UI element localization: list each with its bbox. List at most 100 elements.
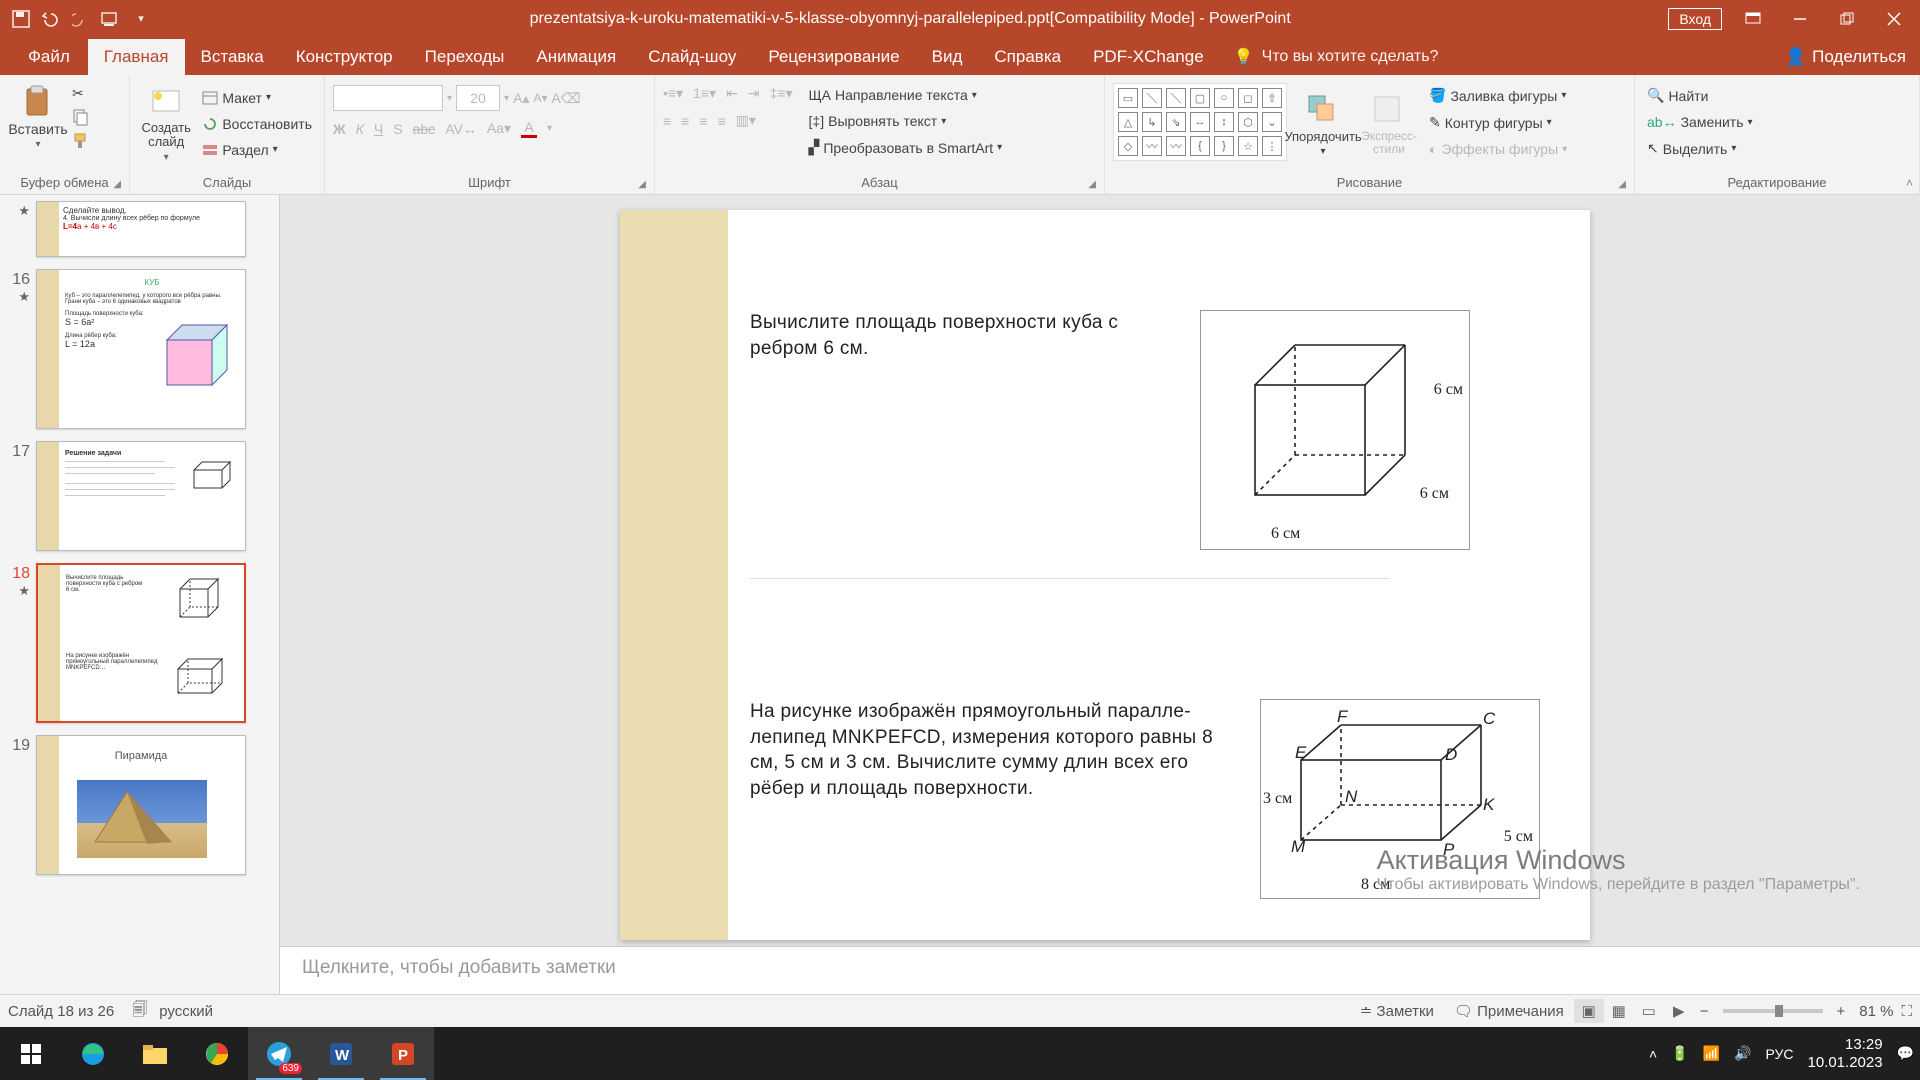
thumb-16[interactable]: 16★ КУБ Куб – это параллелепипед, у кото…	[0, 263, 279, 435]
justify-icon[interactable]: ≡	[718, 113, 726, 129]
vertical-scrollbar[interactable]	[1900, 199, 1918, 219]
tab-view[interactable]: Вид	[916, 39, 979, 75]
drawing-dialog-icon[interactable]: ◢	[1618, 179, 1626, 190]
comments-toggle[interactable]: 🗨 Примечания	[1444, 1002, 1574, 1020]
quick-styles-button[interactable]: Экспресс- стили	[1359, 88, 1419, 155]
align-text-button[interactable]: [‡]Выровнять текст▾	[805, 111, 1007, 131]
taskbar-explorer[interactable]	[124, 1027, 186, 1080]
font-size-combo[interactable]: 20	[456, 85, 500, 111]
copy-icon[interactable]	[72, 108, 90, 126]
sign-in-button[interactable]: Вход	[1668, 8, 1722, 30]
tray-notifications-icon[interactable]: 💬	[1897, 1045, 1914, 1062]
shape-fill-button[interactable]: 🪣Заливка фигуры▾	[1425, 85, 1571, 106]
tray-battery-icon[interactable]: 🔋	[1671, 1045, 1688, 1062]
tray-clock[interactable]: 13:29 10.01.2023	[1807, 1036, 1882, 1071]
align-left-icon[interactable]: ≡	[663, 113, 671, 129]
tab-transitions[interactable]: Переходы	[409, 39, 521, 75]
decrease-font-icon[interactable]: A▾	[533, 91, 547, 105]
tray-volume-icon[interactable]: 🔊	[1734, 1045, 1751, 1062]
notes-toggle[interactable]: ≐ Заметки	[1350, 1002, 1444, 1020]
collapse-ribbon-icon[interactable]: ˄	[1906, 176, 1913, 190]
tray-chevron-icon[interactable]: ˄	[1649, 1046, 1657, 1062]
strike-icon[interactable]: abc	[413, 121, 436, 137]
italic-icon[interactable]: К	[356, 121, 364, 137]
tab-design[interactable]: Конструктор	[280, 39, 409, 75]
slideshow-view-icon[interactable]: ▶	[1664, 999, 1694, 1023]
replace-button[interactable]: ab↔Заменить▾	[1643, 112, 1911, 132]
notes-pane[interactable]: Щелкните, чтобы добавить заметки	[280, 946, 1920, 994]
font-family-combo[interactable]	[333, 85, 443, 111]
shape-outline-button[interactable]: ✎Контур фигуры▾	[1425, 112, 1571, 133]
font-dialog-icon[interactable]: ◢	[638, 179, 646, 190]
start-button[interactable]	[0, 1027, 62, 1080]
spellcheck-icon[interactable]: 🗐	[132, 999, 159, 1024]
share-button[interactable]: 👤 Поделиться	[1771, 39, 1920, 75]
taskbar-word[interactable]: W	[310, 1027, 372, 1080]
increase-font-icon[interactable]: A▴	[513, 90, 529, 107]
char-spacing-icon[interactable]: AV↔	[445, 121, 477, 137]
tab-review[interactable]: Рецензирование	[752, 39, 915, 75]
tray-wifi-icon[interactable]: 📶	[1703, 1045, 1720, 1062]
cut-icon[interactable]: ✂	[72, 85, 90, 102]
columns-icon[interactable]: ▥▾	[736, 112, 756, 129]
decrease-indent-icon[interactable]: ⇤	[726, 85, 738, 102]
change-case-icon[interactable]: Aa▾	[487, 120, 511, 137]
paragraph-dialog-icon[interactable]: ◢	[1088, 179, 1096, 190]
font-color-icon[interactable]: A	[521, 119, 537, 138]
normal-view-icon[interactable]: ▣	[1574, 999, 1604, 1023]
undo-icon[interactable]	[40, 8, 62, 30]
close-button[interactable]	[1871, 1, 1916, 37]
zoom-slider[interactable]	[1723, 1009, 1823, 1013]
new-slide-button[interactable]: Создать слайд ▾	[138, 79, 194, 163]
zoom-in-icon[interactable]: +	[1831, 1003, 1852, 1020]
tab-help[interactable]: Справка	[978, 39, 1077, 75]
status-language[interactable]: русский	[159, 1003, 213, 1020]
system-tray[interactable]: ˄ 🔋 📶 🔊 РУС 13:29 10.01.2023 💬	[1649, 1036, 1920, 1071]
thumb-18[interactable]: 18★ Вычислите площадь поверхности куба с…	[0, 557, 279, 729]
start-from-beginning-icon[interactable]	[100, 8, 122, 30]
taskbar-powerpoint[interactable]: P	[372, 1027, 434, 1080]
select-button[interactable]: ↖Выделить▾	[1643, 138, 1911, 159]
save-icon[interactable]	[10, 8, 32, 30]
underline-icon[interactable]: Ч	[374, 121, 383, 137]
find-button[interactable]: 🔍Найти	[1643, 85, 1911, 106]
zoom-value[interactable]: 81 %	[1851, 1003, 1901, 1020]
tab-pdfxchange[interactable]: PDF-XChange	[1077, 39, 1220, 75]
taskbar-chrome[interactable]	[186, 1027, 248, 1080]
taskbar-telegram[interactable]: 639	[248, 1027, 310, 1080]
text-direction-button[interactable]: ЩАНаправление текста▾	[805, 85, 1007, 105]
arrange-button[interactable]: Упорядочить▾	[1293, 87, 1353, 157]
tab-animations[interactable]: Анимация	[520, 39, 632, 75]
qat-customize-icon[interactable]: ▾	[130, 8, 152, 30]
align-center-icon[interactable]: ≡	[681, 113, 689, 129]
zoom-out-icon[interactable]: −	[1694, 1003, 1715, 1020]
thumb-19[interactable]: 19 Пирамида	[0, 729, 279, 881]
paste-button[interactable]: Вставить ▾	[8, 79, 68, 150]
ribbon-display-options-icon[interactable]	[1730, 1, 1775, 37]
sorter-view-icon[interactable]: ▦	[1604, 999, 1634, 1023]
clear-formatting-icon[interactable]: A⌫	[551, 90, 580, 107]
redo-icon[interactable]	[70, 8, 92, 30]
slide-canvas-area[interactable]: Вычислите площадь поверхности куба с реб…	[280, 195, 1920, 994]
smartart-button[interactable]: ▞Преобразовать в SmartArt▾	[805, 137, 1007, 158]
thumbnail-rail[interactable]: ★ Сделайте вывод. 4. Вычисли длину всех …	[0, 195, 280, 994]
increase-indent-icon[interactable]: ⇥	[748, 85, 760, 102]
status-slide-counter[interactable]: Слайд 18 из 26	[8, 1003, 132, 1020]
fit-to-window-icon[interactable]: ⛶	[1901, 1003, 1912, 1020]
tab-file[interactable]: Файл	[10, 39, 88, 75]
reading-view-icon[interactable]: ▭	[1634, 999, 1664, 1023]
maximize-button[interactable]	[1824, 1, 1869, 37]
line-spacing-icon[interactable]: ‡≡▾	[770, 85, 793, 102]
tab-home[interactable]: Главная	[88, 39, 185, 75]
tell-me-search[interactable]: 💡 Что вы хотите сделать?	[1220, 39, 1453, 75]
slide-canvas[interactable]: Вычислите площадь поверхности куба с реб…	[620, 210, 1590, 940]
shape-effects-button[interactable]: ◐Эффекты фигуры▾	[1425, 139, 1571, 159]
thumb-15[interactable]: ★ Сделайте вывод. 4. Вычисли длину всех …	[0, 195, 279, 263]
tab-slideshow[interactable]: Слайд-шоу	[632, 39, 752, 75]
clipboard-dialog-icon[interactable]: ◢	[113, 179, 121, 190]
layout-button[interactable]: Макет▾	[198, 88, 316, 108]
restore-button[interactable]: Восстановить	[198, 114, 316, 134]
numbering-icon[interactable]: 1≡▾	[693, 85, 716, 102]
section-button[interactable]: Раздел▾	[198, 140, 316, 160]
shapes-gallery[interactable]: ▭＼＼▢○◻⇧ △↳⇘↔↕⬡⌄ ◇〰〰{}☆⋮	[1113, 83, 1287, 161]
